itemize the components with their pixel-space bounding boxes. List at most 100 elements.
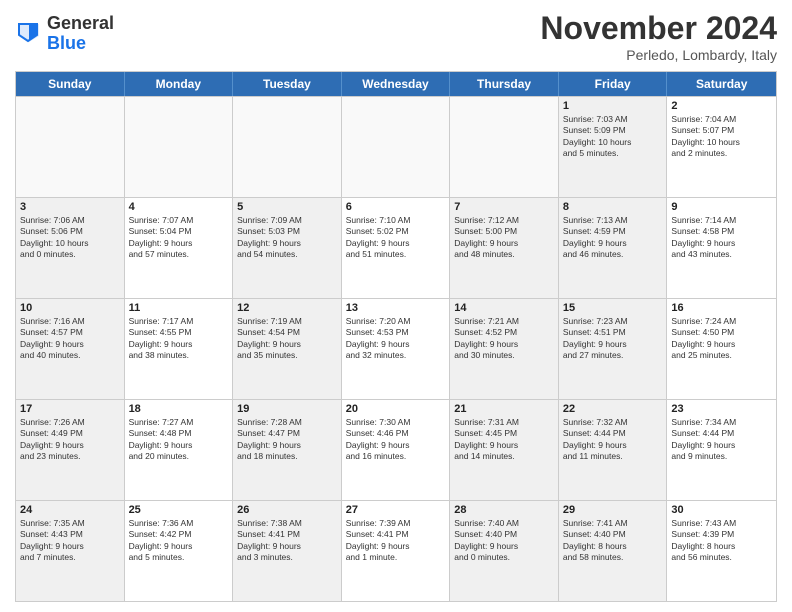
calendar-cell: 24Sunrise: 7:35 AM Sunset: 4:43 PM Dayli… [16,501,125,601]
calendar-cell: 13 Sunrise: 7:20 AM Sunset: 4:53 PM Dayli… [342,299,451,399]
day-number: 20 [346,403,446,415]
weekday-header: Monday [125,72,234,96]
day-number: 23 [671,403,772,415]
day-info: Sunrise: 7:40 AM Sunset: 4:40 PM Dayligh… [454,518,554,564]
day-info: Sunrise: 7:20 AM Sunset: 4:53 PM Dayligh… [346,316,446,362]
calendar-cell [233,97,342,197]
logo-icon [15,20,43,48]
calendar-cell: 21 Sunrise: 7:31 AM Sunset: 4:45 PM Dayli… [450,400,559,500]
calendar-cell: 23 Sunrise: 7:34 AM Sunset: 4:44 PM Dayli… [667,400,776,500]
header: General Blue November 2024 Perledo, Lomb… [15,10,777,63]
calendar-row: 3Sunrise: 7:06 AM Sunset: 5:06 PM Daylig… [16,197,776,298]
page: General Blue November 2024 Perledo, Lomb… [0,0,792,612]
calendar-header-row: SundayMondayTuesdayWednesdayThursdayFrid… [16,72,776,96]
calendar-cell: 5 Sunrise: 7:09 AM Sunset: 5:03 PM Daylig… [233,198,342,298]
day-number: 19 [237,403,337,415]
day-info: Sunrise: 7:23 AM Sunset: 4:51 PM Dayligh… [563,316,663,362]
day-info: Sunrise: 7:27 AM Sunset: 4:48 PM Dayligh… [129,417,229,463]
day-info: Sunrise: 7:09 AM Sunset: 5:03 PM Dayligh… [237,215,337,261]
calendar-cell: 8Sunrise: 7:13 AM Sunset: 4:59 PM Daylig… [559,198,668,298]
day-info: Sunrise: 7:26 AM Sunset: 4:49 PM Dayligh… [20,417,120,463]
calendar-row: 1 Sunrise: 7:03 AM Sunset: 5:09 PM Daylig… [16,96,776,197]
calendar-cell: 29Sunrise: 7:41 AM Sunset: 4:40 PM Dayli… [559,501,668,601]
day-number: 7 [454,201,554,213]
calendar-row: 17 Sunrise: 7:26 AM Sunset: 4:49 PM Dayli… [16,399,776,500]
day-info: Sunrise: 7:28 AM Sunset: 4:47 PM Dayligh… [237,417,337,463]
day-number: 14 [454,302,554,314]
day-number: 1 [563,100,663,112]
calendar-body: 1 Sunrise: 7:03 AM Sunset: 5:09 PM Daylig… [16,96,776,601]
calendar-cell [16,97,125,197]
day-info: Sunrise: 7:34 AM Sunset: 4:44 PM Dayligh… [671,417,772,463]
day-number: 6 [346,201,446,213]
day-number: 25 [129,504,229,516]
calendar-cell: 6 Sunrise: 7:10 AM Sunset: 5:02 PM Daylig… [342,198,451,298]
day-info: Sunrise: 7:03 AM Sunset: 5:09 PM Dayligh… [563,114,663,160]
weekday-header: Wednesday [342,72,451,96]
day-number: 2 [671,100,772,112]
day-info: Sunrise: 7:16 AM Sunset: 4:57 PM Dayligh… [20,316,120,362]
day-number: 30 [671,504,772,516]
day-number: 28 [454,504,554,516]
calendar-cell: 11Sunrise: 7:17 AM Sunset: 4:55 PM Dayli… [125,299,234,399]
day-info: Sunrise: 7:43 AM Sunset: 4:39 PM Dayligh… [671,518,772,564]
weekday-header: Friday [559,72,668,96]
day-info: Sunrise: 7:07 AM Sunset: 5:04 PM Dayligh… [129,215,229,261]
day-info: Sunrise: 7:04 AM Sunset: 5:07 PM Dayligh… [671,114,772,160]
calendar-row: 24Sunrise: 7:35 AM Sunset: 4:43 PM Dayli… [16,500,776,601]
month-year: November 2024 [540,10,777,47]
day-number: 16 [671,302,772,314]
day-number: 5 [237,201,337,213]
day-number: 15 [563,302,663,314]
calendar-cell: 10Sunrise: 7:16 AM Sunset: 4:57 PM Dayli… [16,299,125,399]
calendar-cell: 17 Sunrise: 7:26 AM Sunset: 4:49 PM Dayli… [16,400,125,500]
day-info: Sunrise: 7:31 AM Sunset: 4:45 PM Dayligh… [454,417,554,463]
day-info: Sunrise: 7:14 AM Sunset: 4:58 PM Dayligh… [671,215,772,261]
day-info: Sunrise: 7:10 AM Sunset: 5:02 PM Dayligh… [346,215,446,261]
day-info: Sunrise: 7:21 AM Sunset: 4:52 PM Dayligh… [454,316,554,362]
calendar-cell: 20 Sunrise: 7:30 AM Sunset: 4:46 PM Dayli… [342,400,451,500]
calendar-cell [342,97,451,197]
calendar-cell: 4 Sunrise: 7:07 AM Sunset: 5:04 PM Daylig… [125,198,234,298]
day-number: 9 [671,201,772,213]
day-number: 12 [237,302,337,314]
calendar-cell: 27Sunrise: 7:39 AM Sunset: 4:41 PM Dayli… [342,501,451,601]
calendar-cell: 26 Sunrise: 7:38 AM Sunset: 4:41 PM Dayli… [233,501,342,601]
day-number: 18 [129,403,229,415]
day-number: 13 [346,302,446,314]
weekday-header: Saturday [667,72,776,96]
calendar-cell: 22 Sunrise: 7:32 AM Sunset: 4:44 PM Dayli… [559,400,668,500]
calendar-cell [450,97,559,197]
day-info: Sunrise: 7:32 AM Sunset: 4:44 PM Dayligh… [563,417,663,463]
weekday-header: Sunday [16,72,125,96]
calendar-cell: 2 Sunrise: 7:04 AM Sunset: 5:07 PM Daylig… [667,97,776,197]
calendar-cell: 12 Sunrise: 7:19 AM Sunset: 4:54 PM Dayli… [233,299,342,399]
calendar-row: 10Sunrise: 7:16 AM Sunset: 4:57 PM Dayli… [16,298,776,399]
calendar-cell: 19 Sunrise: 7:28 AM Sunset: 4:47 PM Dayli… [233,400,342,500]
day-number: 17 [20,403,120,415]
calendar-cell: 28 Sunrise: 7:40 AM Sunset: 4:40 PM Dayli… [450,501,559,601]
calendar-cell [125,97,234,197]
day-info: Sunrise: 7:24 AM Sunset: 4:50 PM Dayligh… [671,316,772,362]
day-info: Sunrise: 7:30 AM Sunset: 4:46 PM Dayligh… [346,417,446,463]
title-block: November 2024 Perledo, Lombardy, Italy [540,10,777,63]
calendar-cell: 18 Sunrise: 7:27 AM Sunset: 4:48 PM Dayli… [125,400,234,500]
calendar-cell: 15 Sunrise: 7:23 AM Sunset: 4:51 PM Dayli… [559,299,668,399]
weekday-header: Thursday [450,72,559,96]
day-info: Sunrise: 7:36 AM Sunset: 4:42 PM Dayligh… [129,518,229,564]
day-number: 4 [129,201,229,213]
day-info: Sunrise: 7:19 AM Sunset: 4:54 PM Dayligh… [237,316,337,362]
day-info: Sunrise: 7:38 AM Sunset: 4:41 PM Dayligh… [237,518,337,564]
logo-general-text: General [47,14,114,34]
day-number: 22 [563,403,663,415]
day-number: 26 [237,504,337,516]
calendar-cell: 1 Sunrise: 7:03 AM Sunset: 5:09 PM Daylig… [559,97,668,197]
calendar: SundayMondayTuesdayWednesdayThursdayFrid… [15,71,777,602]
day-number: 27 [346,504,446,516]
calendar-cell: 25 Sunrise: 7:36 AM Sunset: 4:42 PM Dayli… [125,501,234,601]
day-info: Sunrise: 7:35 AM Sunset: 4:43 PM Dayligh… [20,518,120,564]
day-info: Sunrise: 7:06 AM Sunset: 5:06 PM Dayligh… [20,215,120,261]
day-number: 21 [454,403,554,415]
day-number: 29 [563,504,663,516]
location: Perledo, Lombardy, Italy [540,47,777,63]
